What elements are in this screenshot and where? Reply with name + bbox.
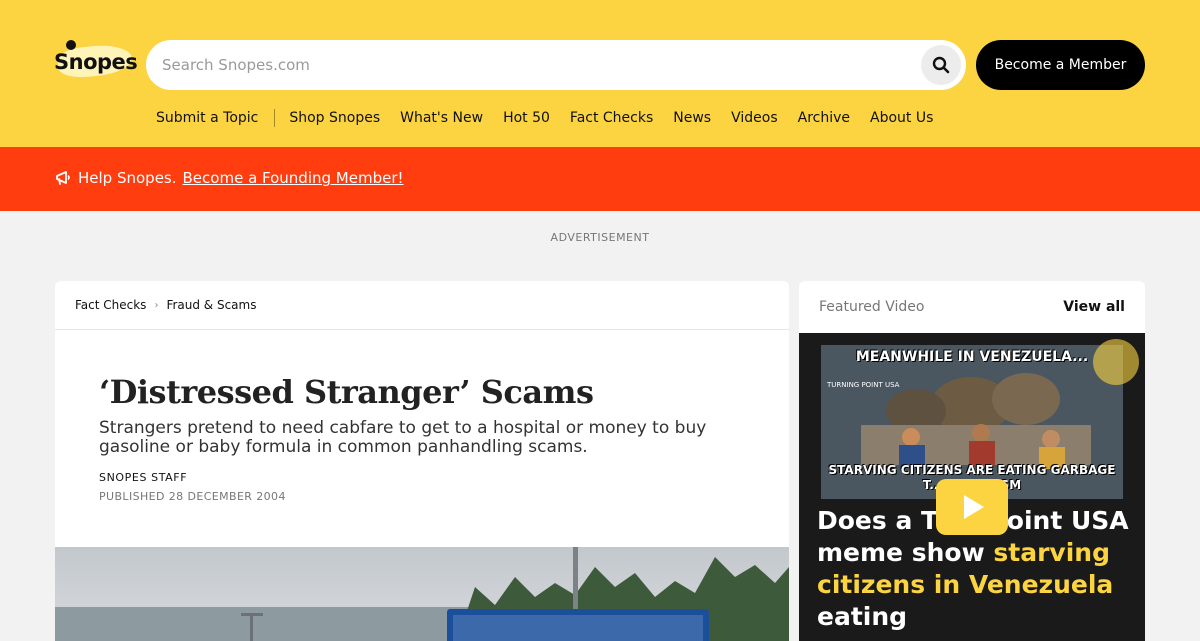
logo-text: Snopes — [54, 50, 138, 74]
lightbulb-icon — [66, 40, 76, 50]
article-author[interactable]: SNOPES STAFF — [99, 471, 187, 484]
main-nav: Submit a Topic Shop Snopes What's New Ho… — [146, 106, 943, 130]
featured-video-card: Featured Video View all MEANWHILE IN VEN… — [799, 281, 1145, 641]
featured-video-heading: Featured Video — [819, 299, 925, 315]
meme-image: MEANWHILE IN VENEZUELA... TURNING POINT … — [821, 345, 1123, 499]
video-question-end: eating — [817, 602, 908, 631]
breadcrumb-fraud-scams[interactable]: Fraud & Scams — [166, 298, 256, 312]
advertisement-label: ADVERTISEMENT — [550, 231, 650, 244]
nav-news[interactable]: News — [663, 110, 721, 126]
snopes-logo[interactable]: Snopes — [54, 40, 138, 80]
founding-member-link[interactable]: Become a Founding Member! — [183, 169, 404, 187]
search-input[interactable] — [162, 53, 902, 77]
promo-text: Help Snopes. — [78, 169, 177, 187]
video-thumbnail[interactable]: MEANWHILE IN VENEZUELA... TURNING POINT … — [799, 333, 1145, 641]
chevron-right-icon: › — [154, 299, 159, 311]
nav-whats-new[interactable]: What's New — [390, 110, 493, 126]
turning-point-logo: TURNING POINT USA — [827, 381, 900, 389]
article-title: ‘Distressed Stranger’ Scams — [99, 373, 594, 411]
nav-shop-snopes[interactable]: Shop Snopes — [279, 110, 390, 126]
nav-about-us[interactable]: About Us — [860, 110, 943, 126]
meme-top-caption: MEANWHILE IN VENEZUELA... — [855, 349, 1089, 365]
nav-submit-topic[interactable]: Submit a Topic — [146, 110, 268, 126]
snopes-badge-icon — [1093, 339, 1139, 385]
search-icon — [932, 56, 950, 74]
become-member-button[interactable]: Become a Member — [976, 40, 1145, 90]
article-card: Fact Checks › Fraud & Scams ‘Distressed … — [55, 281, 789, 641]
nav-videos[interactable]: Videos — [721, 110, 788, 126]
hero-image-art — [55, 547, 789, 641]
search-button[interactable] — [921, 45, 961, 85]
promo-banner: Help Snopes. Become a Founding Member! — [0, 147, 1200, 211]
play-button[interactable] — [936, 479, 1008, 535]
nav-archive[interactable]: Archive — [788, 110, 860, 126]
view-all-link[interactable]: View all — [1063, 299, 1125, 315]
nav-fact-checks[interactable]: Fact Checks — [560, 110, 663, 126]
site-header: Snopes Become a Member Submit a Topic Sh… — [0, 0, 1200, 147]
megaphone-icon — [56, 171, 70, 185]
nav-hot-50[interactable]: Hot 50 — [493, 110, 560, 126]
article-subtitle: Strangers pretend to need cabfare to get… — [99, 418, 707, 457]
hero-image — [55, 547, 789, 641]
nav-divider — [274, 109, 276, 127]
breadcrumb-fact-checks[interactable]: Fact Checks — [75, 298, 146, 312]
publish-date: PUBLISHED 28 DECEMBER 2004 — [99, 490, 286, 503]
breadcrumb: Fact Checks › Fraud & Scams — [55, 281, 789, 330]
search-bar — [146, 40, 966, 90]
play-icon — [964, 495, 984, 519]
